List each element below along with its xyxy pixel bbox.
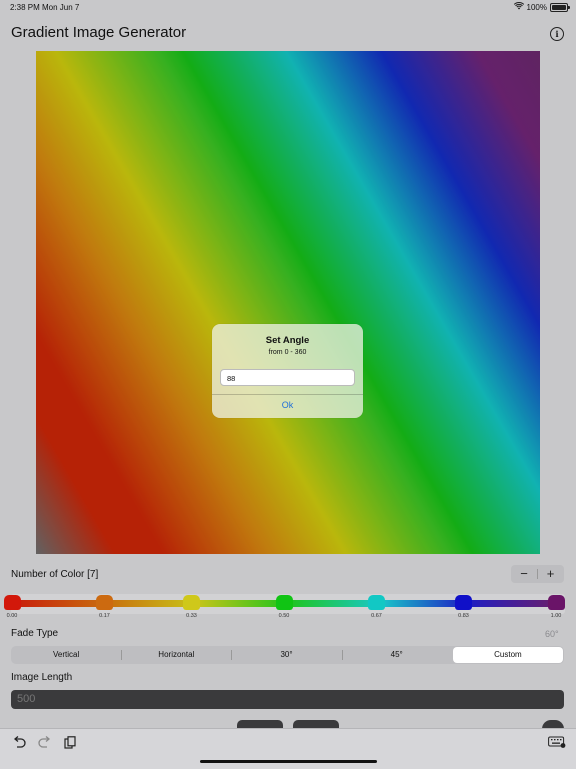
color-stop-handle[interactable] (3, 595, 21, 610)
color-stop-handle[interactable] (455, 595, 473, 610)
dialog-message: from 0 - 360 (268, 349, 307, 356)
battery-icon (550, 2, 570, 12)
ok-button[interactable]: Ok (212, 400, 363, 410)
image-length-label: Image Length (11, 672, 73, 683)
status-bar: 2:38 PM Mon Jun 7 100% (0, 0, 576, 14)
color-stop-handle[interactable] (183, 595, 201, 610)
angle-input[interactable]: 88 (220, 369, 355, 386)
increment-button[interactable]: + (538, 565, 564, 583)
undo-icon[interactable] (12, 736, 26, 751)
decrement-button[interactable]: − (511, 565, 537, 583)
battery-percent: 100% (526, 2, 547, 12)
color-stop-handle[interactable] (95, 595, 113, 610)
keyboard-icon[interactable] (548, 736, 566, 751)
info-icon[interactable]: i (550, 27, 564, 41)
color-stop-handle[interactable] (367, 595, 385, 610)
fade-type-label: Fade Type (11, 628, 59, 639)
color-stop-position: 0.00 (6, 613, 18, 619)
fade-angle-value: 60° (545, 629, 559, 639)
number-of-color-label: Number of Color [7] (11, 569, 99, 580)
status-date: Mon Jun 7 (42, 3, 80, 12)
dialog-title: Set Angle (265, 335, 310, 346)
gradient-preview (36, 51, 540, 554)
color-stop-position: 0.17 (99, 613, 110, 619)
clipboard-icon[interactable] (64, 736, 76, 752)
wifi-icon (513, 2, 524, 12)
set-angle-dialog: Set Angle from 0 - 360 88 Ok (212, 324, 363, 418)
fade-type-segmented-control: Vertical Horizontal 30° 45° Custom (11, 646, 564, 664)
redo-icon[interactable] (38, 736, 52, 751)
page-title: Gradient Image Generator (11, 24, 187, 41)
color-count-stepper: − + (511, 565, 564, 583)
dialog-divider (212, 394, 363, 395)
color-stop-position: 1.00 (550, 613, 562, 619)
color-stop-position: 0.67 (371, 613, 382, 619)
home-indicator (200, 760, 377, 763)
status-right: 100% (513, 2, 570, 12)
fade-option[interactable]: Horizontal (121, 647, 231, 663)
color-stop-handle[interactable] (547, 595, 565, 610)
color-stop-handle[interactable] (275, 595, 293, 610)
fade-option[interactable]: 45° (341, 647, 452, 663)
image-length-input[interactable]: 500 (11, 690, 564, 709)
status-time: 2:38 PM (10, 3, 40, 12)
fade-option[interactable]: Vertical (11, 647, 121, 663)
color-stop-position: 0.33 (186, 613, 197, 619)
fade-option[interactable]: 30° (231, 647, 341, 663)
color-stop-position: 0.83 (458, 613, 469, 619)
fade-option[interactable]: Custom (452, 647, 564, 663)
color-stop-position: 0.50 (278, 613, 290, 619)
